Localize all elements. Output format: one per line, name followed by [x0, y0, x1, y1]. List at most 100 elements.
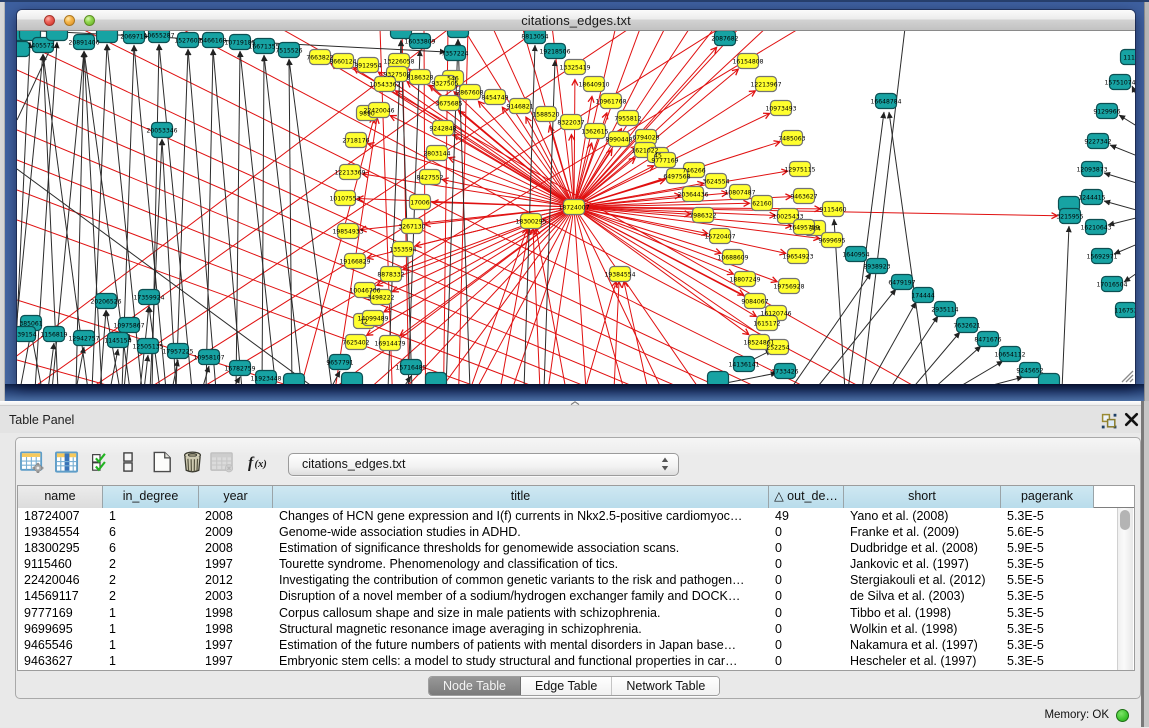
cell-year: 2008: [199, 508, 273, 524]
table-panel-body: f(x) citations_edges.txt namein_degreeye…: [15, 437, 1141, 699]
new-column-icon[interactable]: [152, 451, 172, 473]
node-label: 17359924: [133, 294, 164, 301]
node-label: 15720407: [704, 233, 735, 240]
delete-column-icon[interactable]: [181, 451, 204, 473]
node-label: 16648784: [870, 98, 901, 105]
select-rows-icon[interactable]: [91, 452, 109, 472]
cell-in_degree: 1: [103, 653, 199, 669]
node-label: 19384554: [604, 271, 635, 278]
table-row[interactable]: 969969511998Structural magnetic resonanc…: [18, 621, 1120, 637]
cell-in_degree: 2: [103, 556, 199, 572]
node-label: 15692971: [1086, 253, 1117, 260]
dropdown-arrows-icon: [661, 457, 669, 471]
cell-out_degree: 0: [769, 556, 844, 572]
column-header-year[interactable]: year: [199, 486, 273, 508]
window-title-bar[interactable]: citations_edges.txt: [17, 10, 1135, 31]
graph-node[interactable]: [708, 372, 729, 385]
table-row[interactable]: 1830029562008Estimation of significance …: [18, 540, 1120, 556]
node-label: 7632621: [953, 322, 980, 329]
cell-title: Disruption of a novel member of a sodium…: [273, 588, 769, 604]
node-label: 19218506: [539, 48, 570, 55]
node-label: 8938923: [863, 263, 890, 270]
cell-name: 18300295: [18, 540, 103, 556]
cell-name: 14569117: [18, 588, 103, 604]
node-label: 13226058: [383, 58, 414, 65]
node-label: 1353594: [389, 246, 416, 253]
cell-pagerank: 5.3E-5: [1001, 637, 1094, 653]
node-label: 18724007: [558, 204, 589, 211]
column-header-in_degree[interactable]: in_degree: [103, 486, 199, 508]
memory-ok-indicator: [1116, 709, 1129, 722]
graph-node[interactable]: [1039, 374, 1060, 385]
table-row[interactable]: 2242004622012Investigating the contribut…: [18, 572, 1120, 588]
node-label: 14136141: [728, 361, 759, 368]
node-label: 16782759: [224, 365, 255, 372]
table-select-value: citations_edges.txt: [302, 457, 406, 471]
graph-node[interactable]: [448, 31, 469, 38]
graph-node[interactable]: [426, 373, 447, 385]
network-view-background: citations_edges.txt 14055724208914062069…: [0, 0, 1149, 401]
node-label: 385061: [19, 320, 42, 327]
node-label: 1640954: [842, 251, 869, 258]
cell-out_degree: 0: [769, 653, 844, 669]
node-label: 3498222: [367, 294, 394, 301]
node-label: 10107553: [329, 195, 360, 202]
tab-network-table[interactable]: Network Table: [612, 677, 719, 695]
cell-pagerank: 5.3E-5: [1001, 508, 1094, 524]
close-panel-icon[interactable]: [1124, 412, 1139, 427]
table-row[interactable]: 946362711997Embryonic stem cells: a mode…: [18, 653, 1120, 669]
cell-year: 1998: [199, 621, 273, 637]
network-canvas[interactable]: 1405572420891406206971910655287152760264…: [17, 31, 1135, 384]
column-header-out_degree[interactable]: △ out_de…: [769, 486, 844, 508]
node-label: 3267130: [398, 223, 425, 230]
function-builder-icon[interactable]: f(x): [248, 453, 272, 472]
node-label: 17006: [410, 199, 430, 206]
table-row[interactable]: 1938455462009Genome-wide association stu…: [18, 524, 1120, 540]
graph-node[interactable]: [47, 31, 68, 41]
node-label: 20891406: [68, 39, 99, 46]
memory-status-label: Memory: OK: [1044, 709, 1109, 721]
node-label: 10655287: [143, 32, 174, 39]
tab-edge-table[interactable]: Edge Table: [521, 677, 612, 695]
node-label: 14055724: [27, 42, 58, 49]
cell-name: 9465546: [18, 637, 103, 653]
node-label: 12505135: [132, 343, 163, 350]
table-row[interactable]: 911546021997Tourette syndrome. Phenomeno…: [18, 556, 1120, 572]
node-label: 9129966: [1093, 108, 1120, 115]
node-label: 12975115: [784, 166, 815, 173]
node-label: 9327505: [431, 80, 458, 87]
table-row[interactable]: 1456911722003Disruption of a novel membe…: [18, 588, 1120, 604]
column-header-title[interactable]: title: [273, 486, 769, 508]
node-label: 8990448: [605, 136, 632, 143]
svg-text:(x): (x): [254, 459, 266, 470]
node-label: 2718176: [342, 137, 369, 144]
row-height-icon[interactable]: [123, 452, 133, 472]
tab-node-table[interactable]: Node Table: [429, 677, 521, 695]
table-select-dropdown[interactable]: citations_edges.txt: [288, 453, 679, 476]
node-label: 18807249: [729, 276, 760, 283]
column-header-pagerank[interactable]: pagerank: [1001, 486, 1094, 508]
graph-node[interactable]: [391, 31, 412, 39]
graph-node[interactable]: [342, 373, 363, 385]
column-header-name[interactable]: name: [18, 486, 103, 508]
node-label: 1244415: [1078, 194, 1105, 201]
table-row[interactable]: 946554611997Estimation of the future num…: [18, 637, 1120, 653]
graph-node[interactable]: [284, 374, 305, 385]
cell-year: 2009: [199, 524, 273, 540]
vertical-scrollbar[interactable]: [1117, 508, 1133, 670]
table-row[interactable]: 977716911998Corpus callosum shape and si…: [18, 605, 1120, 621]
table-row[interactable]: 1872400712008Changes of HCN gene express…: [18, 508, 1120, 524]
float-panel-icon[interactable]: [1101, 413, 1117, 429]
cell-year: 2008: [199, 540, 273, 556]
table-options-icon[interactable]: [20, 451, 44, 473]
scrollbar-thumb[interactable]: [1120, 510, 1130, 530]
node-label: 8427552: [416, 174, 443, 181]
node-label: 12093873: [1076, 166, 1107, 173]
graph-node[interactable]: [97, 31, 118, 43]
show-columns-icon[interactable]: [55, 451, 79, 474]
resize-grip-icon[interactable]: [1121, 370, 1134, 383]
node-label: 19756928: [773, 283, 804, 290]
cell-title: Changes of HCN gene expression and I(f) …: [273, 508, 769, 524]
column-header-short[interactable]: short: [844, 486, 1001, 508]
node-label: 1588520: [532, 111, 559, 118]
